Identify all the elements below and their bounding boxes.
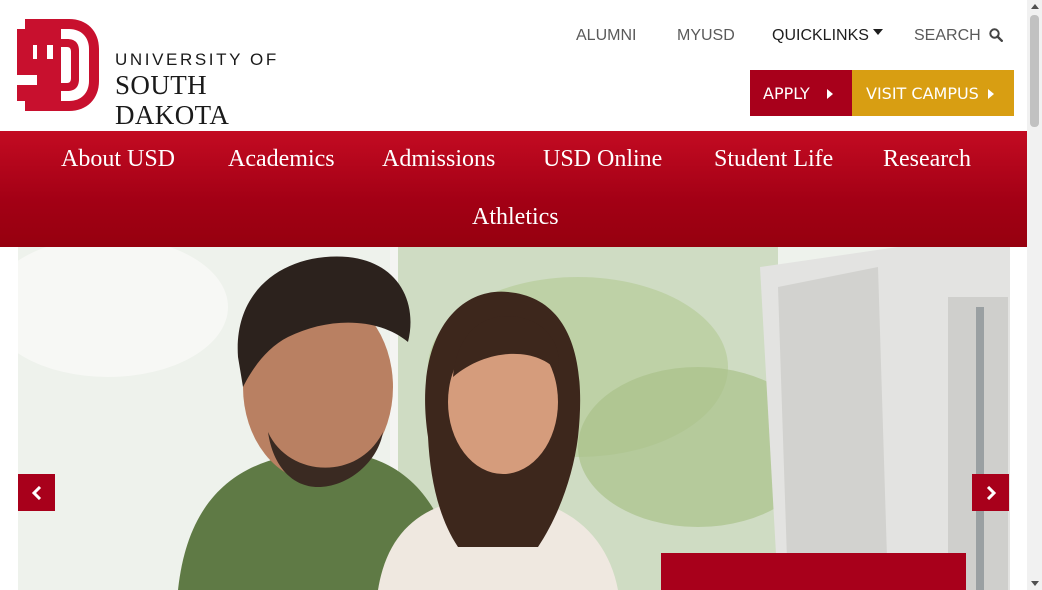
nav-item-usd-online[interactable]: USD Online	[543, 146, 662, 173]
nav-item-admissions[interactable]: Admissions	[382, 146, 495, 173]
nav-item-about-usd[interactable]: About USD	[61, 146, 175, 173]
carousel-next-button[interactable]	[972, 474, 1009, 511]
chevron-left-icon	[31, 485, 41, 500]
caret-down-icon	[872, 29, 883, 35]
visit-campus-button[interactable]: VISIT CAMPUS	[852, 70, 1014, 116]
hero-photo	[18, 247, 1010, 590]
quicklinks-label: QUICKLINKS	[772, 27, 869, 44]
site-header: UNIVERSITY OF SOUTH DAKOTA ALUMNI MYUSD …	[0, 0, 1027, 131]
search-toggle[interactable]: SEARCH	[914, 27, 1003, 45]
nav-item-student-life[interactable]: Student Life	[714, 146, 833, 173]
carousel-prev-button[interactable]	[18, 474, 55, 511]
scroll-up-arrow-icon[interactable]	[1031, 4, 1039, 9]
scroll-thumb[interactable]	[1030, 15, 1039, 127]
utility-link-myusd[interactable]: MYUSD	[677, 27, 735, 45]
hero-carousel-image	[18, 247, 1010, 590]
visit-campus-label: VISIT CAMPUS	[866, 83, 979, 103]
nav-item-athletics[interactable]: Athletics	[472, 204, 559, 231]
usd-logo-link[interactable]: UNIVERSITY OF SOUTH DAKOTA	[17, 19, 327, 130]
scroll-down-arrow-icon[interactable]	[1031, 581, 1039, 586]
chevron-right-icon	[986, 485, 996, 500]
search-icon	[988, 28, 1003, 42]
apply-label: APPLY	[763, 83, 810, 103]
quicklinks-dropdown[interactable]: QUICKLINKS	[772, 27, 883, 45]
nav-item-academics[interactable]: Academics	[228, 146, 335, 173]
utility-link-alumni[interactable]: ALUMNI	[576, 27, 636, 45]
hero-caption-panel	[661, 553, 966, 590]
logo-university-of: UNIVERSITY OF	[115, 50, 279, 69]
arrow-right-icon	[827, 89, 833, 99]
page-scrollbar[interactable]	[1027, 0, 1042, 590]
nav-item-research[interactable]: Research	[883, 146, 971, 173]
apply-button[interactable]: APPLY	[750, 70, 852, 116]
logo-south-dakota: SOUTH DAKOTA	[115, 70, 230, 130]
arrow-right-icon	[988, 89, 994, 99]
search-label: SEARCH	[914, 27, 981, 44]
usd-sd-logo-icon	[17, 19, 99, 111]
